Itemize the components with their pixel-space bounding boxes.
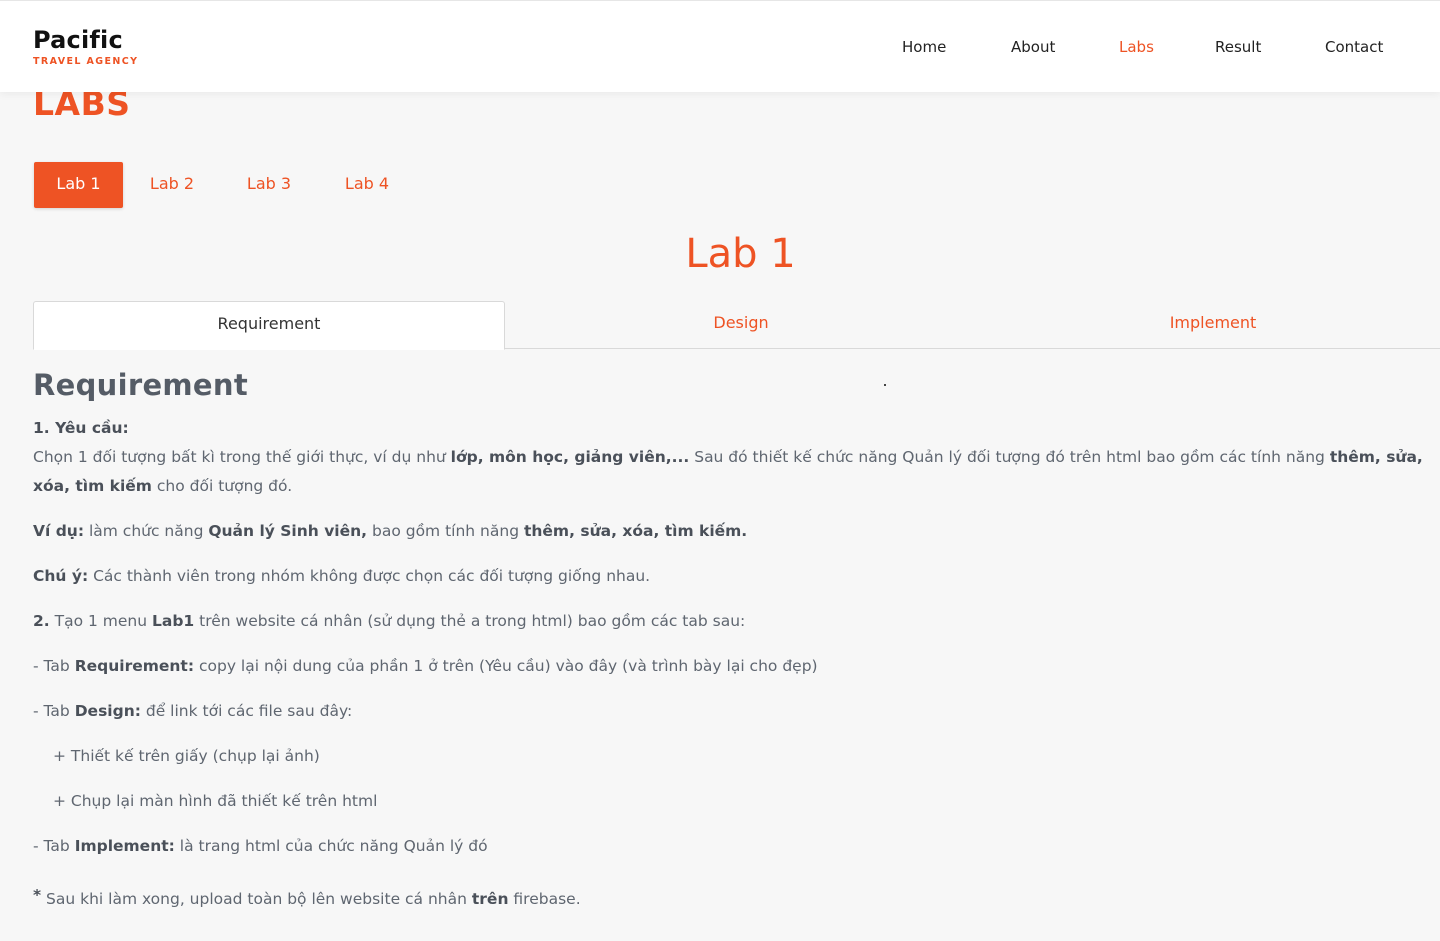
lab-tab-4[interactable]: Lab 4: [332, 162, 402, 208]
design-item-1: + Thiết kế trên giấy (chụp lại ảnh): [53, 747, 320, 765]
site-header: Pacific TRAVEL AGENCY Home About Labs Re…: [0, 0, 1440, 92]
content-heading: Requirement: [33, 368, 249, 402]
example-paragraph: Ví dụ: làm chức năng Quản lý Sinh viên, …: [33, 517, 1428, 546]
nav-about[interactable]: About: [1011, 38, 1055, 56]
sub-tabs: Requirement Design Implement: [33, 301, 1440, 350]
text: Các thành viên trong nhóm không được chọ…: [88, 567, 651, 585]
section-1-title-text: 1. Yêu cầu:: [33, 419, 129, 437]
nav-labs[interactable]: Labs: [1119, 38, 1154, 56]
asterisk: *: [33, 886, 42, 904]
tab-design-description: - Tab Design: để link tới các file sau đ…: [33, 697, 1428, 726]
text-bold: trên: [471, 890, 509, 908]
tab-implement[interactable]: Implement: [977, 301, 1440, 349]
lab-heading: Lab 1: [685, 231, 796, 277]
text: Sau khi làm xong, upload toàn bộ lên web…: [41, 890, 472, 908]
text-bold: 2.: [33, 612, 50, 630]
text: Chọn 1 đối tượng bất kì trong thế giới t…: [33, 448, 451, 466]
lab-tab-3[interactable]: Lab 3: [235, 162, 303, 208]
final-note: * Sau khi làm xong, upload toàn bộ lên w…: [33, 881, 1428, 914]
nav-result[interactable]: Result: [1215, 38, 1261, 56]
section-2-paragraph: 2. Tạo 1 menu Lab1 trên website cá nhân …: [33, 607, 1428, 636]
text-bold: lớp, môn học, giảng viên,...: [450, 448, 690, 466]
text: - Tab: [33, 657, 75, 675]
note-paragraph: Chú ý: Các thành viên trong nhóm không đ…: [33, 562, 1428, 591]
lab-tab-1[interactable]: Lab 1: [34, 162, 123, 208]
text: - Tab: [33, 702, 75, 720]
text-bold: Design:: [74, 702, 141, 720]
nav-contact[interactable]: Contact: [1325, 38, 1383, 56]
text: là trang html của chức năng Quản lý đó: [174, 837, 488, 855]
design-item-2: + Chụp lại màn hình đã thiết kế trên htm…: [53, 792, 378, 810]
tab-requirement[interactable]: Requirement: [33, 301, 505, 350]
example-label: Ví dụ:: [33, 522, 85, 540]
text-bold: Quản lý Sinh viên,: [208, 522, 368, 540]
text: - Tab: [33, 837, 75, 855]
tab-implement-description: - Tab Implement: là trang html của chức …: [33, 832, 1428, 861]
requirement-content: Requirement 1. Yêu cầu: Chọn 1 đối tượng…: [33, 364, 1428, 914]
text-bold: Requirement:: [74, 657, 195, 675]
text: bao gồm tính năng: [367, 522, 524, 540]
section-1-paragraph: Chọn 1 đối tượng bất kì trong thế giới t…: [33, 443, 1428, 501]
text: làm chức năng: [84, 522, 209, 540]
text: Tạo 1 menu: [49, 612, 152, 630]
text-bold: Lab1: [152, 612, 195, 630]
text: để link tới các file sau đây:: [140, 702, 353, 720]
text: firebase.: [508, 890, 581, 908]
text: copy lại nội dung của phần 1 ở trên (Yêu…: [194, 657, 818, 675]
note-label: Chú ý:: [33, 567, 89, 585]
text-bold: Implement:: [74, 837, 175, 855]
nav-home[interactable]: Home: [902, 38, 946, 56]
text-bold: thêm, sửa, xóa, tìm kiếm.: [523, 522, 748, 540]
lab-tab-2[interactable]: Lab 2: [138, 162, 206, 208]
text: Sau đó thiết kế chức năng Quản lý đối tư…: [689, 448, 1330, 466]
text: trên website cá nhân (sử dụng thẻ a tron…: [194, 612, 746, 630]
tab-design[interactable]: Design: [505, 301, 977, 349]
text: cho đối tượng đó.: [151, 477, 293, 495]
section-1-title: 1. Yêu cầu:: [33, 414, 1428, 443]
main-nav: Home About Labs Result Contact: [0, 38, 1440, 58]
tab-requirement-description: - Tab Requirement: copy lại nội dung của…: [33, 652, 1428, 681]
